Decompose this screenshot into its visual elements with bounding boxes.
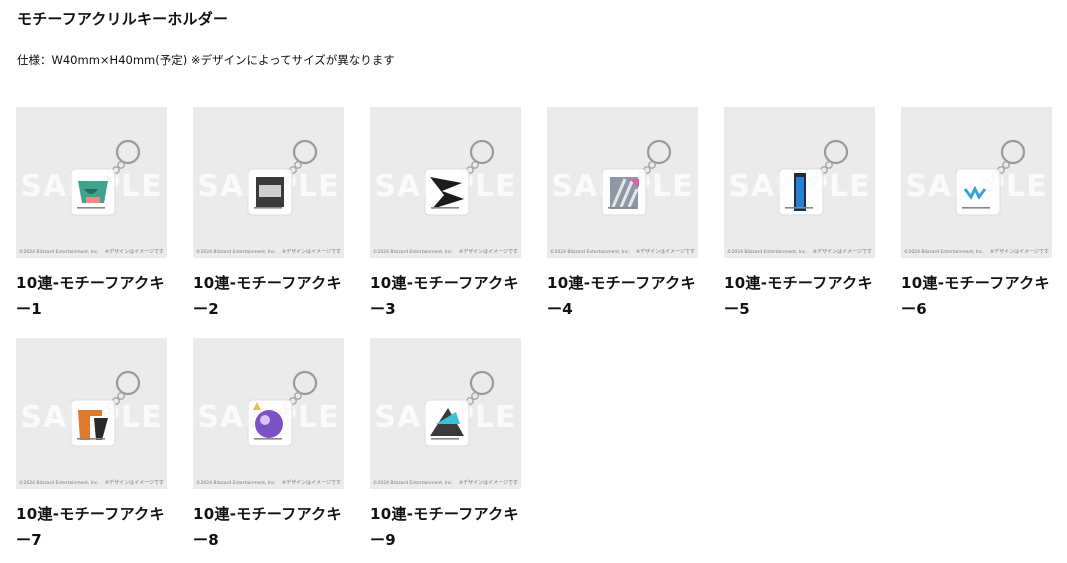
keychain-image — [424, 370, 495, 447]
product-thumbnail[interactable]: SAMPLE ©2024 Blizzard Entertainment, Inc… — [370, 107, 521, 258]
product-thumbnail[interactable]: SAMPLE ©2024 Blizzard Entertainment, Inc… — [901, 107, 1052, 258]
page-title: モチーフアクリルキーホルダー — [17, 10, 229, 28]
product-card-4[interactable]: SAMPLE ©2024 Blizzard Entertainment, Inc… — [547, 107, 698, 322]
copyright-text: ©2024 Blizzard Entertainment, Inc. — [19, 481, 99, 486]
product-title[interactable]: 10連-モチーフアクキー2 — [193, 270, 344, 322]
product-title[interactable]: 10連-モチーフアクキー4 — [547, 270, 698, 322]
keychain-image — [601, 139, 672, 216]
image-note-text: ※デザインはイメージです — [458, 480, 518, 486]
product-grid: SAMPLE ©2024 Blizzard Entertainment, Inc… — [16, 107, 1056, 553]
product-card-1[interactable]: SAMPLE ©2024 Blizzard Entertainment, Inc… — [16, 107, 167, 322]
copyright-text: ©2024 Blizzard Entertainment, Inc. — [373, 250, 453, 255]
keychain-image — [70, 139, 141, 216]
product-thumbnail[interactable]: SAMPLE ©2024 Blizzard Entertainment, Inc… — [547, 107, 698, 258]
copyright-text: ©2024 Blizzard Entertainment, Inc. — [550, 250, 630, 255]
copyright-text: ©2024 Blizzard Entertainment, Inc. — [904, 250, 984, 255]
spec-text: 仕様：W40mm×H40mm(予定) ※デザインによってサイズが異なります — [17, 53, 395, 67]
copyright-text: ©2024 Blizzard Entertainment, Inc. — [373, 481, 453, 486]
keychain-image — [424, 139, 495, 216]
keychain-image — [247, 370, 318, 447]
product-card-3[interactable]: SAMPLE ©2024 Blizzard Entertainment, Inc… — [370, 107, 521, 322]
product-title[interactable]: 10連-モチーフアクキー5 — [724, 270, 875, 322]
image-note-text: ※デザインはイメージです — [104, 480, 164, 486]
copyright-text: ©2024 Blizzard Entertainment, Inc. — [196, 481, 276, 486]
image-note-text: ※デザインはイメージです — [281, 249, 341, 255]
keychain-image — [70, 370, 141, 447]
copyright-text: ©2024 Blizzard Entertainment, Inc. — [196, 250, 276, 255]
image-note-text: ※デザインはイメージです — [458, 249, 518, 255]
product-card-5[interactable]: SAMPLE ©2024 Blizzard Entertainment, Inc… — [724, 107, 875, 322]
product-title[interactable]: 10連-モチーフアクキー6 — [901, 270, 1052, 322]
product-title[interactable]: 10連-モチーフアクキー3 — [370, 270, 521, 322]
product-thumbnail[interactable]: SAMPLE ©2024 Blizzard Entertainment, Inc… — [193, 107, 344, 258]
product-card-6[interactable]: SAMPLE ©2024 Blizzard Entertainment, Inc… — [901, 107, 1052, 322]
green-tusk-emblem-icon — [78, 181, 108, 203]
product-thumbnail[interactable]: SAMPLE ©2024 Blizzard Entertainment, Inc… — [16, 338, 167, 489]
product-card-2[interactable]: SAMPLE ©2024 Blizzard Entertainment, Inc… — [193, 107, 344, 322]
image-note-text: ※デザインはイメージです — [812, 249, 872, 255]
blue-vertical-tag-emblem-icon — [794, 173, 806, 211]
product-thumbnail[interactable]: SAMPLE ©2024 Blizzard Entertainment, Inc… — [193, 338, 344, 489]
image-note-text: ※デザインはイメージです — [989, 249, 1049, 255]
product-card-7[interactable]: SAMPLE ©2024 Blizzard Entertainment, Inc… — [16, 338, 167, 553]
product-title[interactable]: 10連-モチーフアクキー9 — [370, 501, 521, 553]
product-title[interactable]: 10連-モチーフアクキー1 — [16, 270, 167, 322]
striped-tile-emblem-icon — [610, 177, 639, 209]
keychain-image — [955, 139, 1026, 216]
black-nameplate-emblem-icon — [256, 177, 284, 207]
copyright-text: ©2024 Blizzard Entertainment, Inc. — [19, 250, 99, 255]
image-note-text: ※デザインはイメージです — [635, 249, 695, 255]
product-thumbnail[interactable]: SAMPLE ©2024 Blizzard Entertainment, Inc… — [724, 107, 875, 258]
keychain-image — [247, 139, 318, 216]
small-blue-logo-emblem-icon — [961, 185, 995, 201]
keychain-image — [778, 139, 849, 216]
product-title[interactable]: 10連-モチーフアクキー8 — [193, 501, 344, 553]
image-note-text: ※デザインはイメージです — [104, 249, 164, 255]
product-thumbnail[interactable]: SAMPLE ©2024 Blizzard Entertainment, Inc… — [370, 338, 521, 489]
product-thumbnail[interactable]: SAMPLE ©2024 Blizzard Entertainment, Inc… — [16, 107, 167, 258]
image-note-text: ※デザインはイメージです — [281, 480, 341, 486]
product-title[interactable]: 10連-モチーフアクキー7 — [16, 501, 167, 553]
product-card-8[interactable]: SAMPLE ©2024 Blizzard Entertainment, Inc… — [193, 338, 344, 553]
copyright-text: ©2024 Blizzard Entertainment, Inc. — [727, 250, 807, 255]
product-card-9[interactable]: SAMPLE ©2024 Blizzard Entertainment, Inc… — [370, 338, 521, 553]
